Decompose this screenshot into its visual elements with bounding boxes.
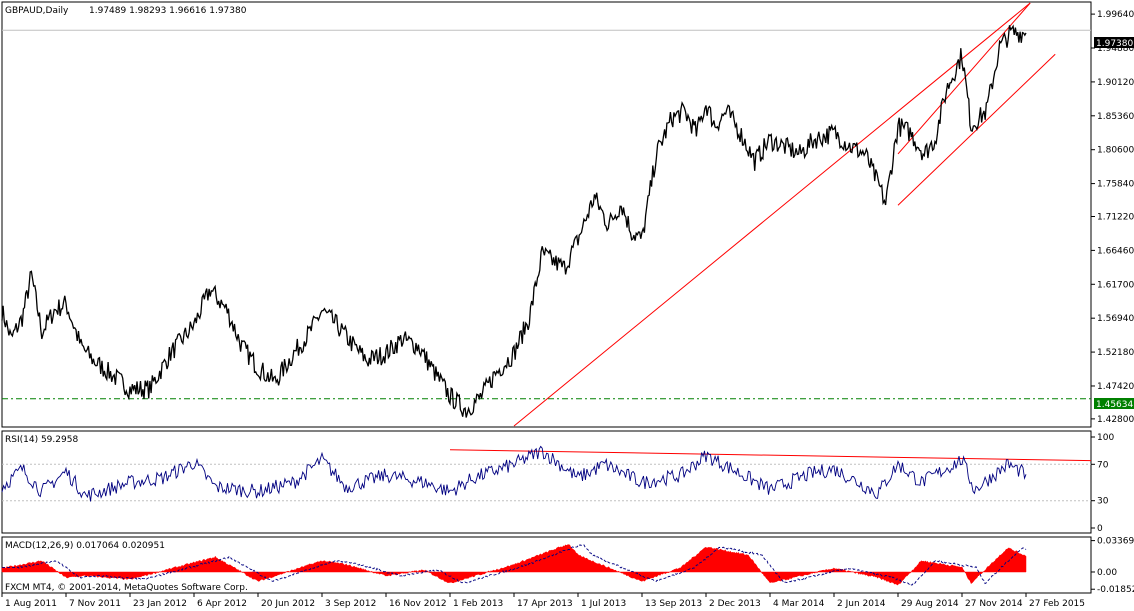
price-tick-label: 1.75840: [1097, 180, 1134, 190]
x-tick-label: 27 Nov 2014: [965, 599, 1023, 609]
price-tick-label: 1.47420: [1097, 382, 1134, 392]
macd-title: MACD(12,26,9) 0.017064 0.020951: [5, 541, 165, 551]
trend-channel-upper: [897, 2, 1031, 155]
x-tick-label: 2 Dec 2013: [709, 599, 761, 609]
rsi-series-line: [1, 445, 1027, 502]
rsi-tick-label: 0: [1097, 524, 1103, 534]
axis-layer: 1.996401.948801.901201.853601.806001.758…: [1, 10, 1134, 609]
macd-tick-label: -0.01852: [1097, 585, 1134, 595]
support-price-tag: 1.45634: [1096, 400, 1133, 410]
price-tick-label: 1.66460: [1097, 246, 1134, 256]
x-tick-label: 2 Jun 2014: [837, 599, 886, 609]
x-tick-label: 1 Jul 2013: [581, 599, 626, 609]
price-tick-label: 1.99640: [1097, 10, 1134, 20]
price-series-line: [1, 24, 1027, 418]
x-tick-label: 3 Sep 2012: [325, 599, 376, 609]
current-price-tag: 1.97380: [1096, 39, 1133, 49]
price-tick-label: 1.71220: [1097, 212, 1134, 222]
rsi-layer: [1, 445, 1092, 502]
x-tick-label: 6 Apr 2012: [197, 599, 247, 609]
price-tick-label: 1.61700: [1097, 280, 1134, 290]
x-tick-label: 16 Nov 2012: [389, 599, 447, 609]
rsi-tick-label: 30: [1097, 497, 1109, 507]
price-layer: [1, 2, 1091, 427]
price-tick-label: 1.80600: [1097, 146, 1134, 156]
rsi-tick-label: 70: [1097, 460, 1109, 470]
trading-chart: 1.996401.948801.901201.853601.806001.758…: [1, 1, 1134, 609]
macd-tick-label: 0.00: [1097, 568, 1117, 578]
rsi-title: RSI(14) 59.2958: [5, 435, 78, 445]
watermark: FXCM MT4, © 2001-2014, MetaQuotes Softwa…: [5, 583, 248, 593]
price-tick-label: 1.52180: [1097, 348, 1134, 358]
x-tick-label: 13 Sep 2013: [645, 599, 702, 609]
x-tick-label: 20 Jun 2012: [261, 599, 315, 609]
x-tick-label: 1 Aug 2011: [5, 599, 57, 609]
price-panel-frame: [1, 1, 1092, 428]
macd-tick-label: 0.033696: [1097, 537, 1134, 547]
chart-ohlc: 1.97489 1.98293 1.96616 1.97380: [89, 6, 247, 16]
x-tick-label: 17 Apr 2013: [517, 599, 573, 609]
x-tick-label: 23 Jan 2012: [133, 599, 187, 609]
x-tick-label: 27 Feb 2015: [1029, 599, 1085, 609]
x-tick-label: 1 Feb 2013: [453, 599, 503, 609]
x-tick-label: 4 Mar 2014: [773, 599, 825, 609]
trend-line-lower-long: [513, 2, 1031, 427]
price-tick-label: 1.56940: [1097, 314, 1134, 324]
x-tick-label: 7 Nov 2011: [69, 599, 121, 609]
rsi-panel-frame: [1, 430, 1092, 534]
price-tick-label: 1.42800: [1097, 415, 1134, 425]
x-tick-label: 29 Aug 2014: [901, 599, 959, 609]
price-tick-label: 1.90120: [1097, 78, 1134, 88]
price-tick-label: 1.85360: [1097, 112, 1134, 122]
rsi-tick-label: 100: [1097, 433, 1114, 443]
chart-symbol: GBPAUD,Daily: [5, 6, 69, 16]
